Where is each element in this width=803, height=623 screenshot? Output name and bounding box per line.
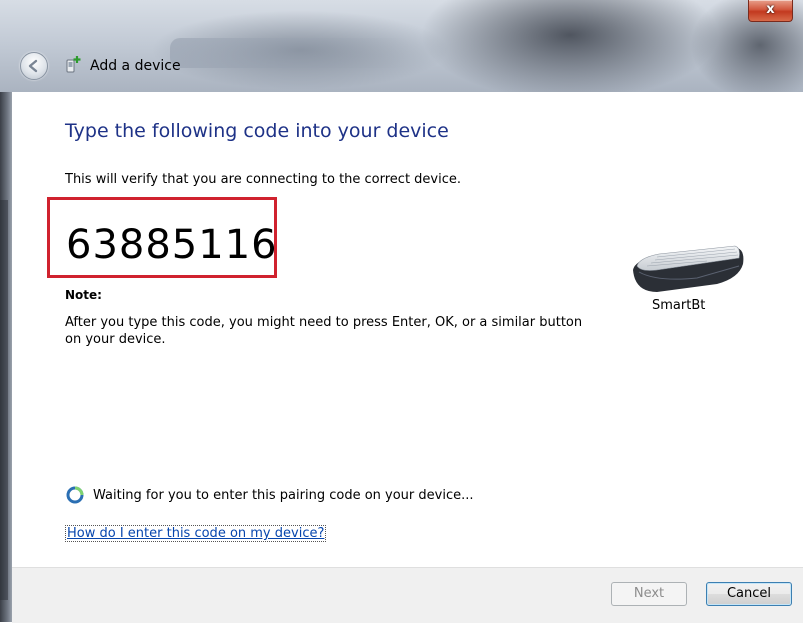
note-text: After you type this code, you might need…	[65, 315, 583, 347]
page-heading: Type the following code into your device	[65, 120, 449, 142]
keyboard-icon	[633, 245, 744, 292]
device-name: SmartBt	[652, 298, 706, 313]
content-area: Type the following code into your device…	[12, 92, 803, 567]
help-link[interactable]: How do I enter this code on my device?	[65, 525, 327, 542]
title-bar: x Add a device	[0, 0, 803, 92]
add-device-icon	[66, 56, 81, 73]
back-arrow-icon	[28, 59, 38, 73]
close-button[interactable]: x	[748, 0, 793, 22]
next-button[interactable]: Next	[611, 582, 687, 606]
button-bar: Next Cancel	[12, 567, 803, 623]
window-title: Add a device	[90, 58, 181, 74]
note-label: Note:	[65, 288, 102, 302]
pairing-code: 63885116	[66, 222, 278, 268]
instruction-text: This will verify that you are connecting…	[65, 172, 462, 187]
cancel-button[interactable]: Cancel	[706, 582, 792, 606]
back-button[interactable]	[20, 52, 48, 80]
status-text: Waiting for you to enter this pairing co…	[93, 488, 474, 503]
busy-spinner-icon	[66, 486, 84, 504]
